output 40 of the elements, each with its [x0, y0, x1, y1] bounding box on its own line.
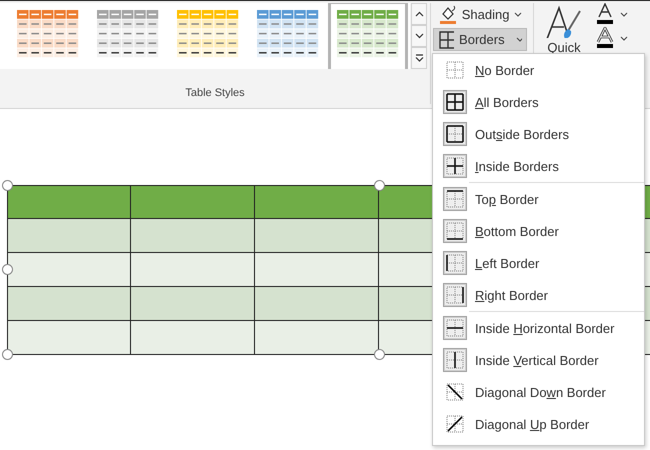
menu-item[interactable]: Inside Horizontal Border [433, 312, 644, 344]
more-button[interactable] [411, 47, 427, 69]
menu-item[interactable]: Inside Vertical Border [433, 344, 644, 376]
chevron-up-icon [414, 11, 424, 17]
expand-icon [414, 54, 424, 62]
menu-item[interactable]: Right Border [433, 279, 644, 311]
menu-item[interactable]: All Borders [433, 86, 644, 118]
group-label: Table Styles [185, 87, 245, 99]
font-color-icon [594, 3, 616, 25]
menu-item[interactable]: Left Border [433, 247, 644, 279]
scroll-down-button[interactable] [411, 25, 427, 47]
menu-item[interactable]: Top Border [433, 183, 644, 215]
menu-item[interactable]: Bottom Border [433, 215, 644, 247]
resize-handle[interactable] [374, 180, 385, 191]
borders-icon [438, 30, 454, 50]
menu-item[interactable]: Inside Borders [433, 150, 644, 182]
table-style-thumbnail [177, 10, 239, 58]
borders-button[interactable]: Borders [433, 28, 527, 51]
chevron-down-icon [414, 33, 424, 39]
table-style-thumbnail [17, 10, 79, 58]
menu-item[interactable]: Outside Borders [433, 118, 644, 150]
caret-icon [516, 37, 522, 42]
shading-button[interactable]: Shading [433, 3, 527, 26]
menu-item[interactable]: Diagonal Up Border [433, 408, 644, 440]
caret-icon [514, 12, 522, 17]
table-style-thumbnail [97, 10, 159, 58]
menu-item[interactable]: No Border [433, 54, 644, 86]
resize-handle[interactable] [2, 264, 13, 275]
resize-handle[interactable] [2, 349, 13, 360]
text-outline-icon [594, 27, 616, 49]
resize-handle[interactable] [2, 180, 13, 191]
scroll-up-button[interactable] [411, 3, 427, 25]
table-style-thumbnail [337, 10, 399, 58]
menu-item[interactable]: Diagonal Down Border [433, 376, 644, 408]
caret-icon [620, 36, 628, 40]
quick-styles-label: Quick [547, 40, 581, 55]
caret-icon [620, 12, 628, 16]
paint-bucket-icon [438, 4, 457, 24]
table-style-thumbnail [257, 10, 319, 58]
resize-handle[interactable] [374, 349, 385, 360]
